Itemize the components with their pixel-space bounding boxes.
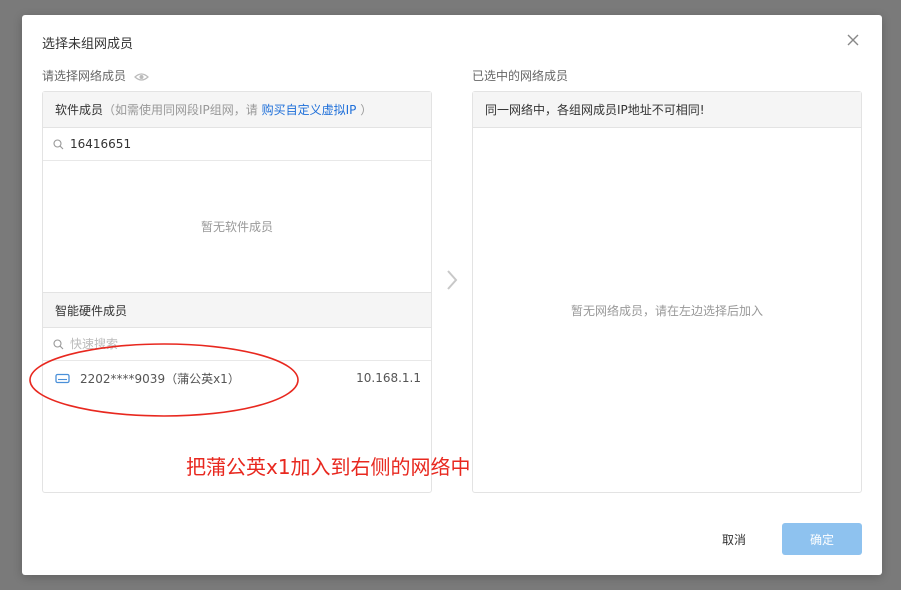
close-icon[interactable] [846,33,860,47]
select-members-dialog: 选择未组网成员 请选择网络成员 已选中的网络成员 软件成员（如需使用同网段IP组… [22,15,882,575]
selected-notice: 同一网络中，各组网成员IP地址不可相同! [473,92,861,128]
software-members-title: 软件成员 [55,103,104,117]
cancel-button[interactable]: 取消 [702,524,766,554]
buy-custom-virtual-ip-link[interactable]: 购买自定义虚拟IP [262,103,357,117]
right-section-label: 已选中的网络成员 [472,69,569,83]
software-hint-suffix: ） [356,103,373,117]
search-icon [53,338,64,349]
selected-members-panel: 同一网络中，各组网成员IP地址不可相同! 暂无网络成员，请在左边选择后加入 [472,91,862,493]
software-search-input[interactable] [70,137,400,151]
hardware-member-row[interactable]: 2202****9039（蒲公英x1） 10.168.1.1 [43,361,431,395]
ok-button[interactable]: 确定 [782,523,862,555]
software-empty-state: 暂无软件成员 [200,220,273,234]
search-icon [53,138,64,149]
software-hint-prefix: （如需使用同网段IP组网，请 [103,103,262,117]
available-members-panel: 软件成员（如需使用同网段IP组网，请 购买自定义虚拟IP ） 暂无软件成员 智能… [42,91,432,493]
dialog-title: 选择未组网成员 [42,37,134,52]
router-device-icon [55,373,70,383]
eye-icon[interactable] [133,72,149,82]
member-name: 2202****9039（蒲公英x1） [80,371,240,386]
left-section-label: 请选择网络成员 [42,67,149,84]
software-search-row [43,128,431,161]
member-ip: 10.168.1.1 [356,371,421,385]
hardware-search-row [43,328,431,361]
selected-empty-state: 暂无网络成员，请在左边选择后加入 [570,303,763,318]
chevron-right-icon[interactable] [445,269,459,291]
software-members-header: 软件成员（如需使用同网段IP组网，请 购买自定义虚拟IP ） [43,92,431,128]
hardware-search-input[interactable] [70,337,400,351]
left-label-text: 请选择网络成员 [42,69,127,83]
hardware-members-header: 智能硬件成员 [43,292,431,328]
annotation-text: 把蒲公英x1加入到右侧的网络中 [186,455,471,479]
